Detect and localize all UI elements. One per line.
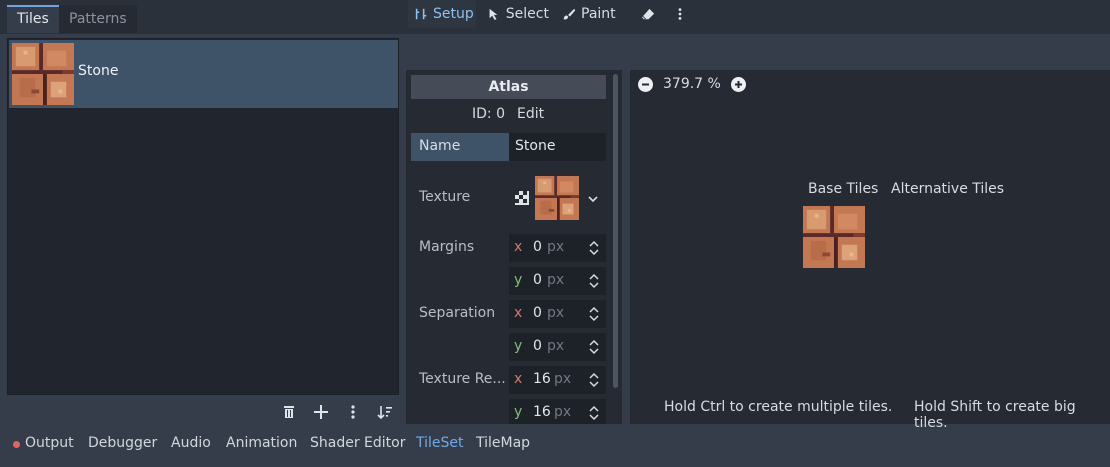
unit-label: px <box>547 272 565 288</box>
margins-y-value: 0 <box>533 272 542 288</box>
zoom-out-button[interactable] <box>638 76 653 92</box>
checker-icon <box>515 191 529 205</box>
margins-x-value: 0 <box>533 239 542 255</box>
list-item-stone[interactable]: Stone <box>9 40 398 108</box>
hint-ctrl: Hold Ctrl to create multiple tiles. <box>664 399 893 415</box>
eraser-button[interactable] <box>637 0 659 28</box>
separation-y-value: 0 <box>533 338 542 354</box>
cursor-icon <box>489 8 498 21</box>
unit-label: px <box>554 404 572 420</box>
stone-thumbnail <box>12 43 74 105</box>
zoom-controls: 379.7 % <box>638 72 746 96</box>
updown-arrow-icon[interactable] <box>588 306 600 322</box>
base-tiles-label: Base Tiles <box>808 181 879 197</box>
axis-x-label: x <box>514 305 523 321</box>
texture-region-label: Texture Re... <box>419 371 506 387</box>
setup-button[interactable]: Setup <box>408 0 476 28</box>
atlas-id: ID: 0 <box>472 106 505 122</box>
add-button[interactable] <box>309 400 333 424</box>
toolbar-more-button[interactable] <box>670 0 690 28</box>
chevron-down-icon[interactable] <box>587 193 599 205</box>
atlas-tile[interactable] <box>803 206 865 268</box>
tile-label: Stone <box>78 63 119 79</box>
texture-region-y-field[interactable]: y 16 px <box>509 399 606 424</box>
texture-region-y-value: 16 <box>533 404 551 420</box>
axis-x-label: x <box>514 371 523 387</box>
name-field[interactable]: Stone <box>509 133 606 161</box>
paint-label: Paint <box>581 6 616 22</box>
more-button[interactable] <box>341 400 365 424</box>
updown-arrow-icon[interactable] <box>588 372 600 388</box>
tab-shader-editor[interactable]: Shader Editor <box>310 435 405 451</box>
edit-id-button[interactable]: Edit <box>511 102 550 126</box>
more-vertical-icon <box>678 8 682 20</box>
updown-arrow-icon[interactable] <box>588 339 600 355</box>
hint-shift: Hold Shift to create big tiles. <box>914 399 1076 431</box>
atlas-inspector: Atlas ID: 0 Edit Name Stone Texture Marg… <box>406 70 622 424</box>
tab-animation[interactable]: Animation <box>226 435 297 451</box>
texture-region-x-field[interactable]: x 16 px <box>509 366 606 394</box>
zoom-out-icon <box>642 83 649 85</box>
sort-icon <box>377 406 392 420</box>
inspector-scrollbar[interactable] <box>613 74 618 388</box>
zoom-level[interactable]: 379.7 % <box>663 76 721 92</box>
tab-tileset[interactable]: TileSet <box>416 435 464 451</box>
unit-label: px <box>554 371 572 387</box>
texture-label: Texture <box>419 189 471 205</box>
setup-label: Setup <box>433 6 474 22</box>
tab-audio[interactable]: Audio <box>171 435 211 451</box>
add-icon <box>314 405 328 419</box>
separation-y-field[interactable]: y 0 px <box>509 333 606 361</box>
sort-button[interactable] <box>373 400 397 424</box>
alternative-tiles-label: Alternative Tiles <box>891 181 1005 197</box>
select-label: Select <box>505 6 549 22</box>
trash-icon <box>284 406 294 418</box>
updown-arrow-icon[interactable] <box>588 273 600 289</box>
output-status-dot <box>13 441 20 448</box>
eraser-icon <box>641 8 654 20</box>
delete-button[interactable] <box>277 400 301 424</box>
margins-y-field[interactable]: y 0 px <box>509 267 606 295</box>
tab-tiles[interactable]: Tiles <box>7 5 59 33</box>
updown-arrow-icon[interactable] <box>588 240 600 256</box>
separation-x-field[interactable]: x 0 px <box>509 300 606 328</box>
tab-output[interactable]: Output <box>25 435 74 451</box>
paint-button[interactable]: Paint <box>562 0 620 28</box>
more-vertical-icon <box>351 405 355 419</box>
margins-x-field[interactable]: x 0 px <box>509 234 606 262</box>
texture-preview[interactable] <box>535 176 579 220</box>
separation-x-value: 0 <box>533 305 542 321</box>
tab-debugger[interactable]: Debugger <box>88 435 157 451</box>
unit-label: px <box>547 239 565 255</box>
margins-label: Margins <box>419 239 475 255</box>
brush-icon <box>563 8 576 20</box>
axis-x-label: x <box>514 239 523 255</box>
name-label: Name <box>419 138 461 154</box>
texture-region-x-value: 16 <box>533 371 551 387</box>
separation-label: Separation <box>419 305 496 321</box>
zoom-in-icon <box>734 80 742 88</box>
axis-y-label: y <box>514 338 523 354</box>
unit-label: px <box>547 305 565 321</box>
unit-label: px <box>547 338 565 354</box>
updown-arrow-icon[interactable] <box>588 405 600 421</box>
zoom-in-button[interactable] <box>730 76 746 92</box>
select-button[interactable]: Select <box>487 0 549 28</box>
tab-tilemap[interactable]: TileMap <box>476 435 530 451</box>
tab-patterns[interactable]: Patterns <box>59 5 137 33</box>
bottom-panel-tabs <box>0 430 1110 458</box>
axis-y-label: y <box>514 272 523 288</box>
wrench-icon <box>415 8 427 20</box>
atlas-header: Atlas <box>411 75 606 99</box>
atlas-viewer[interactable] <box>630 70 1110 424</box>
top-tab-bar <box>0 0 1110 34</box>
axis-y-label: y <box>514 404 523 420</box>
tiles-list[interactable]: Stone <box>7 38 399 395</box>
